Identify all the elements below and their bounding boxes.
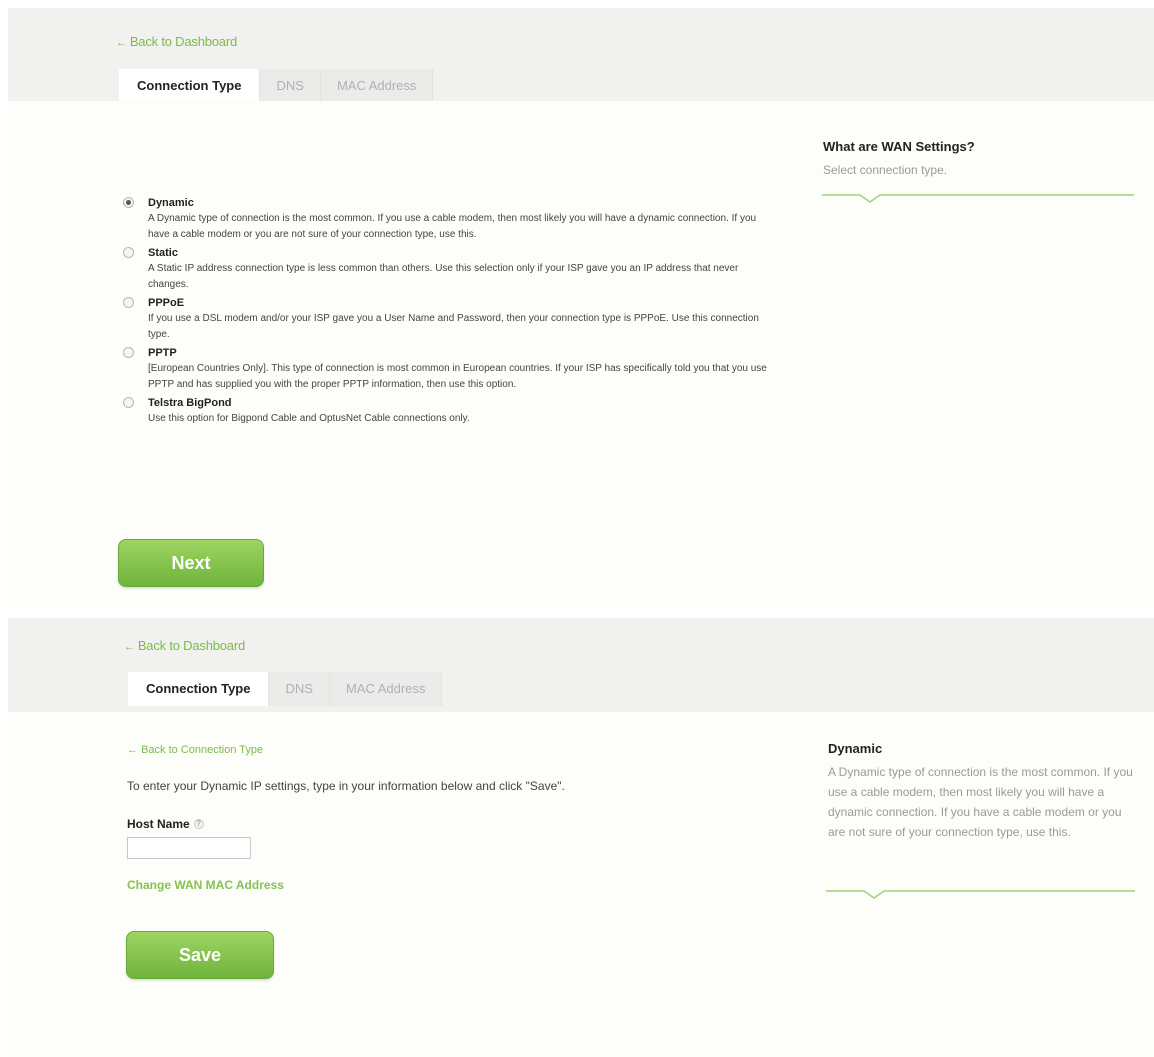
dynamic-settings-panel: ← Back to Dashboard Connection Type DNS M… <box>0 608 1154 1057</box>
option-description: A Dynamic type of connection is the most… <box>148 213 757 240</box>
chevron-down-notch-icon <box>826 890 1135 899</box>
back-to-dashboard-link[interactable]: ← Back to Dashboard <box>124 638 245 653</box>
radio-static[interactable] <box>123 247 134 258</box>
tab-bar: Connection Type DNS MAC Address <box>128 672 443 706</box>
tab-mac-address[interactable]: MAC Address <box>320 69 434 103</box>
tab-mac-address[interactable]: MAC Address <box>329 672 443 706</box>
host-name-input[interactable] <box>127 837 251 859</box>
save-button[interactable]: Save <box>126 931 274 979</box>
sidebar-title: What are WAN Settings? <box>823 139 975 154</box>
tab-dns[interactable]: DNS <box>269 672 330 706</box>
option-title: PPPoE <box>148 297 185 309</box>
instructions-text: To enter your Dynamic IP settings, type … <box>127 779 565 793</box>
chevron-down-notch-icon <box>822 194 1134 203</box>
tab-dns[interactable]: DNS <box>260 69 321 103</box>
radio-pppoe[interactable] <box>123 297 134 308</box>
option-description: A Static IP address connection type is l… <box>148 263 739 290</box>
back-to-dashboard-label: Back to Dashboard <box>129 34 237 49</box>
sidebar-text: A Dynamic type of connection is the most… <box>828 765 1133 839</box>
option-description: Use this option for Bigpond Cable and Op… <box>148 413 470 424</box>
host-name-label: Host Name <box>127 817 190 831</box>
host-name-field-label: Host Name? <box>127 817 204 831</box>
option-description: [European Countries Only]. This type of … <box>148 363 767 390</box>
arrow-left-icon: ← <box>124 641 135 653</box>
connection-type-panel: ← Back to Dashboard Connection Type DNS M… <box>0 0 1154 608</box>
option-title: Static <box>148 247 178 259</box>
sidebar-divider <box>826 890 1135 899</box>
next-button[interactable]: Next <box>118 539 264 587</box>
option-dynamic: Dynamic A Dynamic type of connection is … <box>120 195 780 243</box>
option-title: Telstra BigPond <box>148 397 232 409</box>
option-static: Static A Static IP address connection ty… <box>120 245 780 293</box>
tab-connection-type[interactable]: Connection Type <box>128 672 270 706</box>
back-to-dashboard-link[interactable]: ← Back to Dashboard <box>116 34 237 49</box>
option-description: If you use a DSL modem and/or your ISP g… <box>148 313 759 340</box>
connection-type-options: Dynamic A Dynamic type of connection is … <box>120 195 780 429</box>
sidebar-divider <box>822 194 1134 203</box>
back-to-connection-type-link[interactable]: ← Back to Connection Type <box>127 744 263 756</box>
option-title: PPTP <box>148 347 177 359</box>
arrow-left-icon: ← <box>116 37 127 49</box>
sidebar-text: Select connection type. <box>823 163 948 177</box>
option-title: Dynamic <box>148 197 194 209</box>
help-circle-icon[interactable]: ? <box>193 819 204 829</box>
arrow-left-icon: ← <box>127 744 142 756</box>
radio-pptp[interactable] <box>123 347 134 358</box>
radio-telstra-bigpond[interactable] <box>123 397 134 408</box>
sidebar-title: Dynamic <box>828 741 883 756</box>
radio-dynamic[interactable] <box>123 197 134 208</box>
option-telstra-bigpond: Telstra BigPond Use this option for Bigp… <box>120 395 780 427</box>
back-to-dashboard-label: Back to Dashboard <box>137 638 245 653</box>
option-pptp: PPTP [European Countries Only]. This typ… <box>120 345 780 393</box>
option-pppoe: PPPoE If you use a DSL modem and/or your… <box>120 295 780 343</box>
change-wan-mac-link[interactable]: Change WAN MAC Address <box>127 878 284 892</box>
tab-connection-type[interactable]: Connection Type <box>119 69 261 103</box>
tab-bar: Connection Type DNS MAC Address <box>119 69 434 103</box>
back-to-connection-type-label: Back to Connection Type <box>141 744 264 756</box>
